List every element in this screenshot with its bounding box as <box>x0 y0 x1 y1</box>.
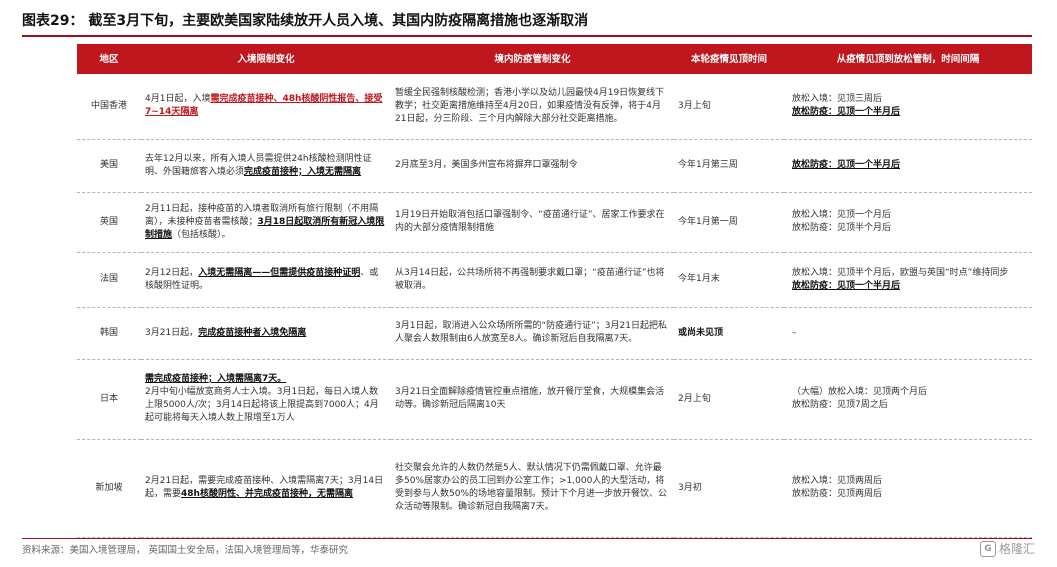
peak-cell: 3月上旬 <box>674 74 784 140</box>
text-segment: 3月21日起， <box>145 327 199 338</box>
domestic-cell: 2月底至3月，美国多州宣布将摒弃口罩强制令 <box>391 139 674 193</box>
text-segment: 社交聚会允许的人数仍然是5人、默认情况下仍需佩戴口罩、允许最多50%居家办公的员… <box>395 463 668 512</box>
region-cell: 法国 <box>77 252 141 308</box>
text-segment: 今年1月第三周 <box>678 160 738 170</box>
text-segment: 2月12日起， <box>145 267 199 278</box>
text-segment: 完成疫苗接种者入境免隔离 <box>198 327 307 338</box>
text-segment: 放松防疫：见顶半个月后 <box>792 223 892 233</box>
table-row: 英国 2月11日起，接种疫苗的入境者取消所有旅行限制（不用隔离），未接种疫苗者需… <box>77 192 1032 253</box>
entry-cell: 2月11日起，接种疫苗的入境者取消所有旅行限制（不用隔离），未接种疫苗者需核酸；… <box>141 192 391 253</box>
domestic-cell: 暂缓全民强制核酸检测；香港小学以及幼儿园最快4月19日恢复线下教学；社交距离措施… <box>391 74 674 140</box>
domestic-cell: 3月1日起，取消进入公众场所所需的“防疫通行证”；3月21日起把私人聚会人数限制… <box>391 307 674 360</box>
interval-cell: 放松入境：见顶一个月后 放松防疫：见顶半个月后 <box>784 192 1032 253</box>
region-cell: 中国香港 <box>77 74 141 140</box>
text-segment: 2月上旬 <box>678 393 711 404</box>
entry-cell: 3月21日起，完成疫苗接种者入境免隔离 <box>141 307 391 360</box>
peak-cell: 今年1月第一周 <box>674 192 784 253</box>
interval-cell: – <box>784 307 1032 360</box>
region-cell: 日本 <box>77 359 141 440</box>
text-segment: 今年1月第一周 <box>678 216 738 227</box>
table-row: 新加坡 2月21日起，需要完成疫苗接种、入境需隔离7天；3月14日起，需要48h… <box>77 439 1032 538</box>
region-cell: 英国 <box>77 192 141 253</box>
text-segment: 1月19日开始取消包括口罩强制令、“疫苗通行证”、居家工作要求在内的大部分疫情限… <box>395 210 665 233</box>
peak-cell: 今年1月末 <box>674 252 784 308</box>
text-segment: 放松防疫：见顶一个半月后 <box>792 160 901 170</box>
entry-cell: 去年12月以来，所有入境人员需提供24h核酸检测阴性证明、外国籍旅客入境必须完成… <box>141 139 391 193</box>
text-segment: 暂缓全民强制核酸检测；香港小学以及幼儿园最快4月19日恢复线下教学；社交距离措施… <box>395 87 665 124</box>
source-note: 资料来源：美国入境管理局， 英国国土安全局，法国入境管理局等，华泰研究 <box>22 545 349 556</box>
peak-cell: 3月初 <box>674 439 784 538</box>
watermark-text: 格隆汇 <box>999 542 1036 556</box>
chart-title: 图表29： 截至3月下旬，主要欧美国家陆续放开人员入境、其国内防疫隔离措施也逐渐… <box>22 13 589 29</box>
interval-cell: （大幅）放松入境：见顶两个月后 放松防疫：见顶7周之后 <box>784 359 1032 440</box>
text-segment: 需完成疫苗接种；入境需隔离7天。 <box>145 374 287 384</box>
policy-table: 地区 入境限制变化 境内防疫管制变化 本轮疫情见顶时间 从疫情见顶到放松管制，时… <box>77 44 1032 538</box>
interval-cell: 放松入境：见顶三周后放松防疫：见顶一个半月后 <box>784 74 1032 140</box>
table-row: 日本 需完成疫苗接种；入境需隔离7天。 2月中旬小幅放宽商务人士入境。3月1日起，… <box>77 359 1032 440</box>
footer-divider <box>22 538 1032 539</box>
text-segment: 2月底至3月，美国多州宣布将摒弃口罩强制令 <box>395 160 578 170</box>
title-divider <box>22 35 1032 37</box>
table-row: 中国香港 4月1日起，入境需完成疫苗接种、48h核酸阴性报告、接受7~14天隔离… <box>77 74 1032 140</box>
header-entry: 入境限制变化 <box>141 44 391 74</box>
table-header-row: 地区 入境限制变化 境内防疫管制变化 本轮疫情见顶时间 从疫情见顶到放松管制，时… <box>77 44 1032 74</box>
header-domestic: 境内防疫管制变化 <box>391 44 674 74</box>
header-peak: 本轮疫情见顶时间 <box>674 44 784 74</box>
domestic-cell: 从3月14日起，公共场所将不再强制要求戴口罩；“疫苗通行证”也将被取消。 <box>391 252 674 308</box>
watermark: G 格隆汇 <box>980 540 1035 557</box>
text-segment: 放松防疫：见顶一个半月后 <box>792 107 901 118</box>
region-cell: 韩国 <box>77 307 141 360</box>
text-segment: 放松入境：见顶一个月后 <box>792 210 892 220</box>
entry-cell: 需完成疫苗接种；入境需隔离7天。 2月中旬小幅放宽商务人士入境。3月1日起，每日入… <box>141 359 391 440</box>
text-segment: 放松入境：见顶两周后 <box>792 476 883 486</box>
text-segment: 2月中旬小幅放宽商务人士入境。3月1日起，每日入境人数上限5000人/次；3月1… <box>145 387 379 423</box>
text-segment: 放松防疫：见顶两周后 <box>792 489 883 499</box>
entry-cell: 2月12日起，入境无需隔离——但需提供疫苗接种证明、或核酸阴性证明。 <box>141 252 391 308</box>
header-interval: 从疫情见顶到放松管制，时间间隔 <box>784 44 1032 74</box>
text-segment: 入境无需隔离——但需提供疫苗接种证明 <box>198 267 361 278</box>
text-segment: 放松入境：见顶半个月后，欧盟与英国“时点”维持同步 <box>792 267 1009 278</box>
text-segment: 放松入境：见顶三周后 <box>792 94 883 105</box>
domestic-cell: 1月19日开始取消包括口罩强制令、“疫苗通行证”、居家工作要求在内的大部分疫情限… <box>391 192 674 253</box>
text-segment: – <box>792 327 797 338</box>
header-region: 地区 <box>77 44 141 74</box>
table-row: 韩国 3月21日起，完成疫苗接种者入境免隔离 3月1日起，取消进入公众场所所需的… <box>77 307 1032 360</box>
region-cell: 美国 <box>77 139 141 193</box>
peak-cell: 2月上旬 <box>674 359 784 440</box>
text-segment: 放松防疫：见顶7周之后 <box>792 400 888 410</box>
text-segment: 从3月14日起，公共场所将不再强制要求戴口罩；“疫苗通行证”也将被取消。 <box>395 267 665 291</box>
entry-cell: 2月21日起，需要完成疫苗接种、入境需隔离7天；3月14日起，需要48h核酸阴性… <box>141 439 391 538</box>
peak-cell: 或尚未见顶 <box>674 307 784 360</box>
interval-cell: 放松防疫：见顶一个半月后 <box>784 139 1032 193</box>
text-segment: 放松防疫：见顶一个半月后 <box>792 280 901 291</box>
interval-cell: 放松入境：见顶两周后 放松防疫：见顶两周后 <box>784 439 1032 538</box>
peak-cell: 今年1月第三周 <box>674 139 784 193</box>
entry-cell: 4月1日起，入境需完成疫苗接种、48h核酸阴性报告、接受7~14天隔离 <box>141 74 391 140</box>
text-segment: 3月初 <box>678 482 702 493</box>
domestic-cell: 3月21日全面解除疫情管控重点措施，放开餐厅堂食，大规模集会活动等。确诊新冠后隔… <box>391 359 674 440</box>
text-segment: （大幅）放松入境：见顶两个月后 <box>792 387 928 397</box>
text-segment: 4月1日起，入境 <box>145 94 211 105</box>
text-segment: 48h核酸阴性、并完成疫苗接种，无需隔离 <box>181 489 353 499</box>
watermark-logo-icon: G <box>980 540 996 557</box>
domestic-cell: 社交聚会允许的人数仍然是5人、默认情况下仍需佩戴口罩、允许最多50%居家办公的员… <box>391 439 674 538</box>
table-row: 法国 2月12日起，入境无需隔离——但需提供疫苗接种证明、或核酸阴性证明。 从3… <box>77 252 1032 308</box>
text-segment: 或尚未见顶 <box>678 327 724 338</box>
text-segment: 3月1日起，取消进入公众场所所需的“防疫通行证”；3月21日起把私人聚会人数限制… <box>395 321 667 344</box>
text-segment: 今年1月末 <box>678 274 720 284</box>
text-segment: 3月上旬 <box>678 100 711 111</box>
text-segment: 完成疫苗接种；入境无需隔离 <box>244 166 362 177</box>
region-cell: 新加坡 <box>77 439 141 538</box>
text-segment: （包括核酸）。 <box>172 229 231 240</box>
text-segment: 3月21日全面解除疫情管控重点措施，放开餐厅堂食，大规模集会活动等。确诊新冠后隔… <box>395 387 665 410</box>
table-row: 美国 去年12月以来，所有入境人员需提供24h核酸检测阴性证明、外国籍旅客入境必… <box>77 139 1032 193</box>
interval-cell: 放松入境：见顶半个月后，欧盟与英国“时点”维持同步 放松防疫：见顶一个半月后 <box>784 252 1032 308</box>
